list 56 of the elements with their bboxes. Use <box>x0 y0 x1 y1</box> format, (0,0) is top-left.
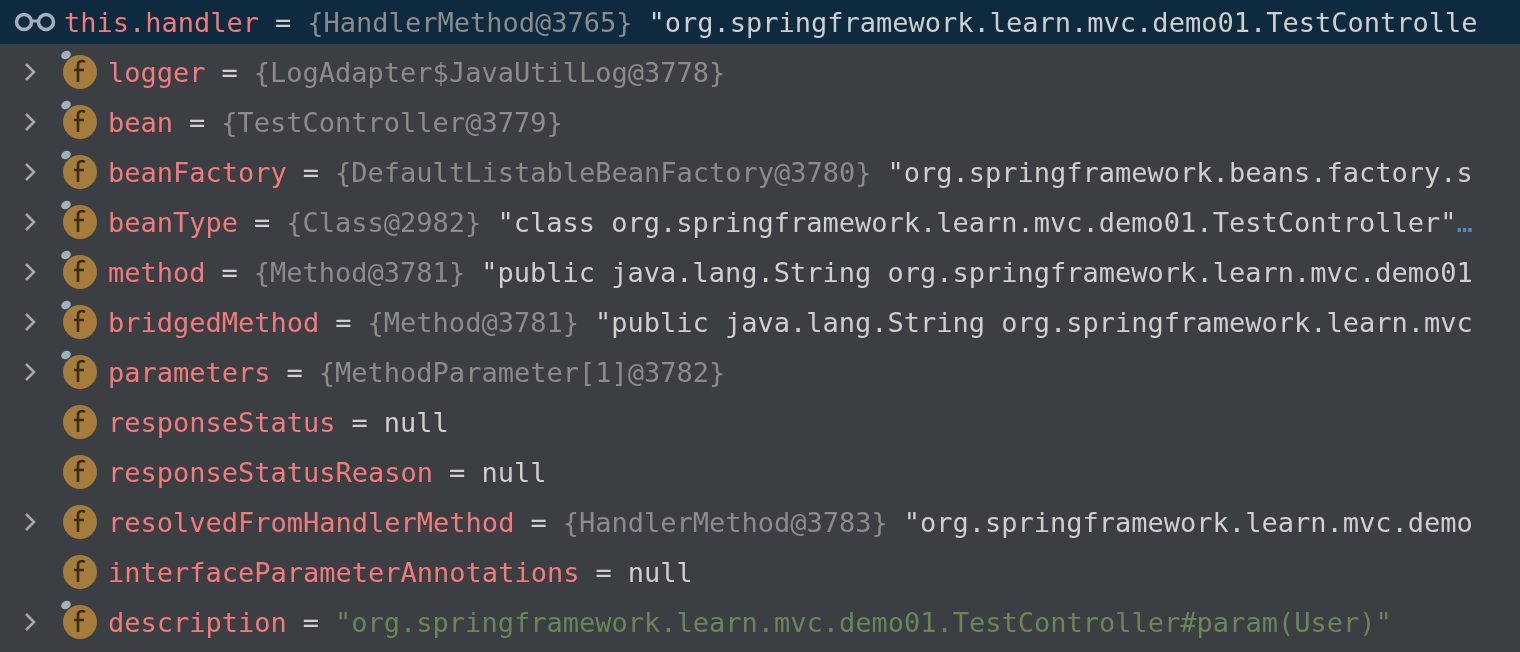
field-name: responseStatus <box>108 408 336 436</box>
null-value: null <box>383 408 449 436</box>
chevron-right-icon[interactable] <box>24 62 36 82</box>
chevron-right-icon[interactable] <box>24 212 36 232</box>
equals-sign: = <box>254 208 271 236</box>
field-name: resolvedFromHandlerMethod <box>108 508 515 536</box>
value-text: "class org.springframework.learn.mvc.demo01.TestController" <box>497 208 1457 236</box>
watch-row[interactable]: this.handler = {HandlerMethod@3765} "org.springframework.learn.mvc.demo01.TestControlle <box>0 0 1520 44</box>
type-label: {Class@2982} <box>286 208 482 236</box>
chevron-right-icon[interactable] <box>24 262 36 282</box>
field-name: method <box>108 258 206 286</box>
null-value: null <box>627 558 693 586</box>
type-label: {Method@3781} <box>367 308 579 336</box>
equals-sign: = <box>335 308 352 336</box>
equals-sign: = <box>530 508 547 536</box>
chevron-right-icon[interactable] <box>24 362 36 382</box>
field-name: responseStatusReason <box>108 458 434 486</box>
type-label: {DefaultListableBeanFactory@3780} <box>335 158 872 186</box>
type-label: {LogAdapter$JavaUtilLog@3778} <box>253 58 726 86</box>
equals-sign: = <box>221 58 238 86</box>
equals-sign: = <box>351 408 368 436</box>
equals-sign: = <box>221 258 238 286</box>
field-name: beanFactory <box>108 158 287 186</box>
value-text: "org.springframework.learn.mvc.demo01.TestController#param(User)" <box>335 608 1392 636</box>
type-label: {HandlerMethod@3783} <box>562 508 888 536</box>
chevron-right-icon[interactable] <box>24 162 36 182</box>
field-name: parameters <box>108 358 271 386</box>
field-name: logger <box>108 58 206 86</box>
value-text: "org.springframework.learn.mvc.demo01.TestControlle <box>648 8 1478 36</box>
value-text: "public java.lang.String org.springframework.learn.mvc <box>594 308 1473 336</box>
equals-sign: = <box>302 158 320 186</box>
field-name: bridgedMethod <box>108 308 320 336</box>
glasses-icon <box>14 12 56 32</box>
type-label: {TestController@3779} <box>221 108 563 136</box>
field-name: description <box>108 608 287 636</box>
equals-sign: = <box>302 608 320 636</box>
null-value: null <box>481 458 547 486</box>
value-text: "public java.lang.String org.springframework.learn.mvc.demo01 <box>481 258 1473 286</box>
equals-sign: = <box>275 8 292 36</box>
chevron-right-icon[interactable] <box>24 312 36 332</box>
chevron-right-icon[interactable] <box>24 112 36 132</box>
field-name: interfaceParameterAnnotations <box>108 558 580 586</box>
field-name: beanType <box>108 208 239 236</box>
equals-sign: = <box>595 558 612 586</box>
value-text: "org.springframework.beans.factory.s <box>887 158 1473 186</box>
chevron-right-icon[interactable] <box>24 512 36 532</box>
type-label: {MethodParameter[1]@3782} <box>318 358 726 386</box>
equals-sign: = <box>286 358 303 386</box>
type-label: {Method@3781} <box>253 258 466 286</box>
variable-name: this.handler <box>64 8 260 36</box>
value-text: "org.springframework.learn.mvc.demo <box>903 508 1473 536</box>
chevron-right-icon[interactable] <box>24 612 36 632</box>
equals-sign: = <box>449 458 466 486</box>
equals-sign: = <box>189 108 206 136</box>
field-name: bean <box>108 108 174 136</box>
type-label: {HandlerMethod@3765} <box>307 8 633 36</box>
